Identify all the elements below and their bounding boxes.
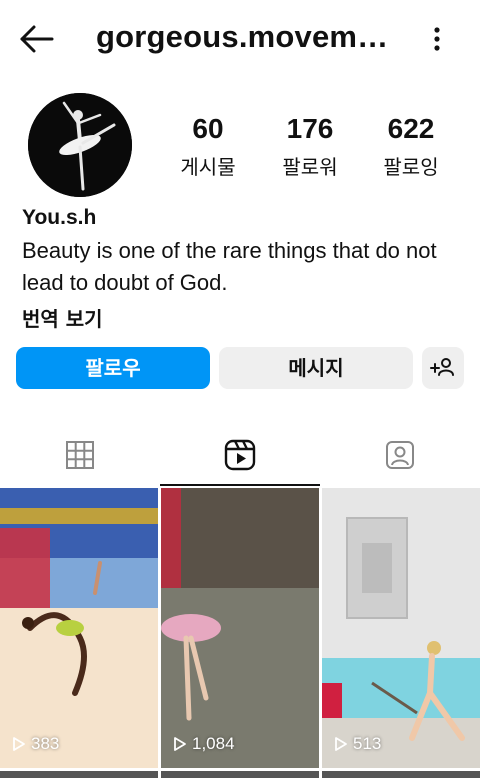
stat-posts[interactable]: 60 게시물 <box>158 113 258 180</box>
posts-count: 60 <box>192 113 224 144</box>
following-count: 622 <box>387 113 435 144</box>
stat-following[interactable]: 622 팔로잉 <box>361 113 461 180</box>
suggested-accounts-button[interactable] <box>422 347 464 389</box>
play-icon <box>174 737 186 751</box>
grid-icon <box>66 440 94 469</box>
reel-tile[interactable]: 383 <box>0 488 158 768</box>
following-label: 팔로잉 <box>383 155 439 179</box>
followers-count: 176 <box>286 113 334 144</box>
tab-tagged[interactable] <box>320 423 480 486</box>
follow-button[interactable]: 팔로우 <box>16 347 210 389</box>
reel-tile-partial[interactable] <box>0 771 158 778</box>
tab-posts-grid[interactable] <box>0 423 160 486</box>
reel-views-value: 1,084 <box>192 734 235 753</box>
top-bar: gorgeous.movem… <box>0 0 480 80</box>
reel-view-count: 383 <box>12 734 59 754</box>
reel-tile[interactable]: 1,084 <box>161 488 319 768</box>
see-translation-link[interactable]: 번역 보기 <box>22 303 103 332</box>
reel-tile-partial[interactable] <box>161 771 319 778</box>
message-button[interactable]: 메시지 <box>219 347 413 389</box>
reel-tile[interactable]: 513 <box>322 488 480 768</box>
posts-label: 게시물 <box>180 155 236 179</box>
tagged-person-icon <box>386 440 414 469</box>
reels-grid: 383 1,084 513 <box>0 488 480 778</box>
arrow-left-icon <box>20 25 54 53</box>
reel-tile-partial[interactable] <box>322 771 480 778</box>
more-options-button[interactable] <box>426 26 448 54</box>
reel-view-count: 1,084 <box>173 734 235 754</box>
stat-followers[interactable]: 176 팔로워 <box>260 113 360 180</box>
profile-tabs <box>0 423 480 486</box>
reel-views-value: 513 <box>353 734 382 753</box>
profile-display-name: You.s.h <box>22 206 97 229</box>
reels-icon <box>224 439 256 470</box>
profile-bio: Beauty is one of the rare things that do… <box>22 238 437 295</box>
tab-reels[interactable] <box>160 423 320 486</box>
back-button[interactable] <box>18 22 58 56</box>
followers-label: 팔로워 <box>282 155 338 179</box>
play-icon <box>335 737 347 751</box>
play-icon <box>13 737 25 751</box>
add-person-icon <box>430 358 454 376</box>
vertical-dots-icon <box>434 27 440 51</box>
reel-views-value: 383 <box>31 734 60 753</box>
reel-view-count: 513 <box>334 734 381 754</box>
profile-avatar[interactable] <box>28 93 132 197</box>
profile-username: gorgeous.movem… <box>96 19 389 54</box>
